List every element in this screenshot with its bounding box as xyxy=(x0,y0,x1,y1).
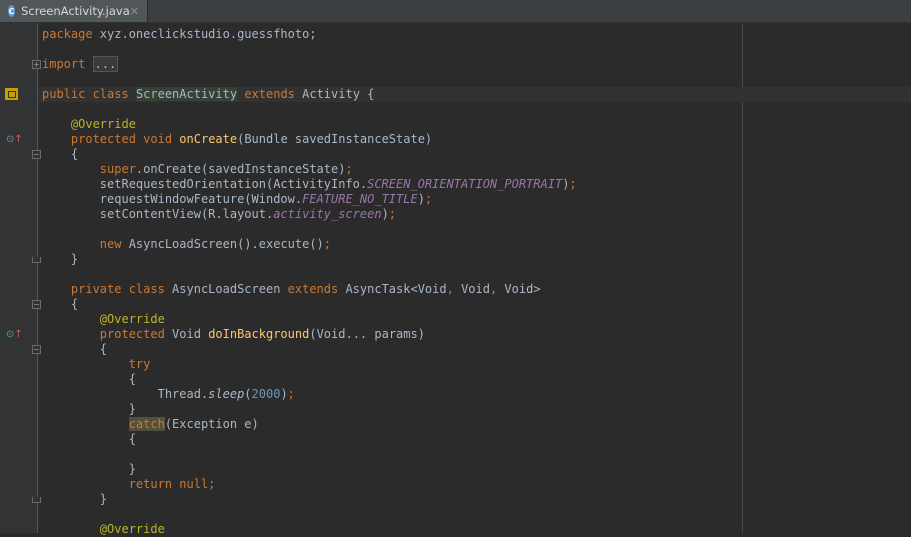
code-line: setContentView(R.layout.activity_screen)… xyxy=(42,207,397,221)
code-line: protected void onCreate(Bundle savedInst… xyxy=(70,132,433,146)
code-line: @Override xyxy=(99,312,165,326)
collapse-fold-icon[interactable]: − xyxy=(32,345,41,354)
code-line: new AsyncLoadScreen().execute(); xyxy=(99,237,332,251)
code-line: } xyxy=(42,402,136,416)
close-icon[interactable]: ✕ xyxy=(130,5,139,18)
code-line: try xyxy=(128,357,151,371)
code-line: { xyxy=(42,147,79,161)
code-line: { xyxy=(42,432,136,446)
editor-tab-bar: C ScreenActivity.java ✕ xyxy=(0,0,911,23)
tab-screenactivity[interactable]: C ScreenActivity.java ✕ xyxy=(0,0,148,22)
folded-imports[interactable]: ... xyxy=(92,56,119,72)
code-line: catch(Exception e) xyxy=(128,417,259,431)
code-line: setRequestedOrientation(ActivityInfo.SCR… xyxy=(42,177,577,191)
fold-end-icon[interactable] xyxy=(32,497,41,503)
code-line: @Override xyxy=(70,117,136,131)
code-line: } xyxy=(42,252,79,266)
code-line: { xyxy=(42,297,79,311)
code-line: { xyxy=(42,342,108,356)
code-line: { xyxy=(42,372,136,386)
fold-end-icon[interactable] xyxy=(32,257,41,263)
code-line: } xyxy=(42,462,136,476)
expand-fold-icon[interactable]: + xyxy=(32,60,41,69)
java-class-icon: C xyxy=(8,5,16,17)
code-line: @Override xyxy=(99,522,165,536)
code-line: protected Void doInBackground(Void... pa… xyxy=(99,327,425,341)
code-line: return null; xyxy=(128,477,216,491)
code-line: private class AsyncLoadScreen extends As… xyxy=(70,282,541,296)
collapse-fold-icon[interactable]: − xyxy=(32,300,41,309)
code-line: requestWindowFeature(Window.FEATURE_NO_T… xyxy=(42,192,433,206)
implements-up-arrow-icon[interactable]: ⊙↑ xyxy=(6,330,23,340)
code-line: Thread.sleep(2000); xyxy=(42,387,295,401)
collapse-fold-icon[interactable]: − xyxy=(32,150,41,159)
code-line: super.onCreate(savedInstanceState); xyxy=(99,162,353,176)
class-nav-icon[interactable] xyxy=(5,88,18,100)
tab-label: ScreenActivity.java xyxy=(21,4,130,18)
code-line: } xyxy=(42,492,108,506)
code-line: import ... xyxy=(42,56,119,72)
override-up-arrow-icon[interactable]: ⊙↑ xyxy=(6,135,23,145)
code-line: package xyz.oneclickstudio.guessfhoto; xyxy=(42,27,317,41)
code-line: public class ScreenActivity extends Acti… xyxy=(42,87,375,101)
